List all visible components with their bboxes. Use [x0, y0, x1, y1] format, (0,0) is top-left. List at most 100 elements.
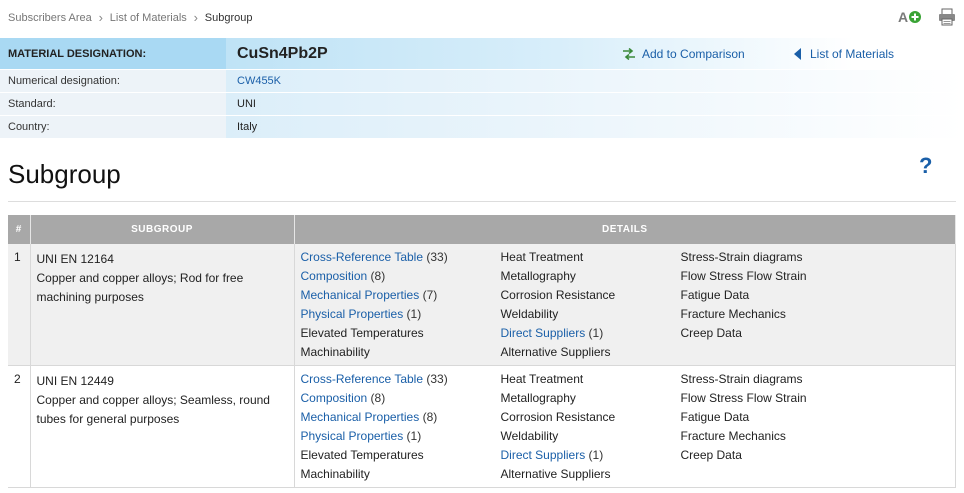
- detail-item-mechanical-properties[interactable]: Mechanical Properties (8): [301, 408, 501, 427]
- composition-link[interactable]: Composition: [301, 269, 368, 283]
- detail-count: (1): [585, 326, 604, 340]
- detail-item-physical-properties[interactable]: Physical Properties (1): [301, 427, 501, 446]
- detail-label: Fatigue Data: [680, 288, 750, 302]
- detail-item-fatigue-data: Fatigue Data: [681, 408, 881, 427]
- row-number: 1: [8, 244, 31, 366]
- subgroup-description: Copper and copper alloys; Seamless, roun…: [36, 393, 270, 426]
- material-name: CuSn4Pb2P: [237, 44, 328, 62]
- table-row: 1 UNI EN 12164 Copper and copper alloys; R…: [8, 244, 956, 366]
- standard-row: Standard: UNI: [0, 93, 964, 116]
- detail-item-flow-stress-flow-strain: Flow Stress Flow Strain: [681, 267, 881, 286]
- detail-label: Elevated Temperatures: [300, 448, 424, 462]
- breadcrumb-list-of-materials[interactable]: List of Materials: [110, 12, 187, 24]
- detail-label: Flow Stress Flow Strain: [680, 269, 807, 283]
- table-row: 2 UNI EN 12449 Copper and copper alloys; S…: [8, 365, 956, 488]
- detail-label: Corrosion Resistance: [500, 288, 616, 302]
- physical-properties-link[interactable]: Physical Properties: [301, 307, 404, 321]
- svg-text:A: A: [898, 9, 908, 25]
- detail-label: Alternative Suppliers: [500, 467, 611, 481]
- detail-item-machinability: Machinability: [301, 343, 501, 362]
- detail-count: (1): [403, 307, 422, 321]
- detail-count: (8): [419, 410, 438, 424]
- physical-properties-link[interactable]: Physical Properties: [301, 429, 404, 443]
- detail-item-creep-data: Creep Data: [681, 446, 881, 465]
- detail-label: Alternative Suppliers: [500, 345, 611, 359]
- detail-label: Weldability: [500, 429, 559, 443]
- detail-item-cross-reference-table[interactable]: Cross-Reference Table (33): [301, 248, 501, 267]
- page-title: Subgroup: [8, 159, 121, 189]
- detail-item-physical-properties[interactable]: Physical Properties (1): [301, 305, 501, 324]
- list-of-materials-link[interactable]: List of Materials: [794, 47, 894, 61]
- cross-reference-table-link[interactable]: Cross-Reference Table: [301, 372, 424, 386]
- detail-count: (7): [419, 288, 438, 302]
- detail-count: (8): [367, 269, 386, 283]
- mechanical-properties-link[interactable]: Mechanical Properties: [301, 410, 420, 424]
- detail-item-metallography: Metallography: [501, 389, 681, 408]
- subgroup-standard: UNI EN 12164: [36, 252, 114, 266]
- standard-label: Standard:: [0, 93, 226, 116]
- chevron-right-icon: ›: [98, 10, 103, 25]
- detail-item-elevated-temperatures: Elevated Temperatures: [301, 324, 501, 343]
- toolbar-icons: A: [898, 8, 956, 26]
- detail-item-composition[interactable]: Composition (8): [301, 267, 501, 286]
- detail-item-corrosion-resistance: Corrosion Resistance: [501, 286, 681, 305]
- header-details: DETAILS: [294, 215, 956, 244]
- detail-label: Machinability: [300, 467, 370, 481]
- subgroup-table: # SUBGROUP DETAILS 1 UNI EN 12164 Copper a…: [8, 215, 956, 488]
- detail-label: Metallography: [500, 391, 576, 405]
- details-column: Stress-Strain diagrams Flow Stress Flow S…: [681, 370, 881, 484]
- detail-count: (1): [585, 448, 604, 462]
- help-icon[interactable]: ?: [919, 153, 932, 179]
- details-column: Cross-Reference Table (33) Composition (8…: [301, 370, 501, 484]
- detail-item-stress-strain-diagrams: Stress-Strain diagrams: [681, 248, 881, 267]
- detail-label: Heat Treatment: [500, 372, 584, 386]
- composition-link[interactable]: Composition: [301, 391, 368, 405]
- detail-item-mechanical-properties[interactable]: Mechanical Properties (7): [301, 286, 501, 305]
- chevron-right-icon: ›: [193, 10, 198, 25]
- mechanical-properties-link[interactable]: Mechanical Properties: [301, 288, 420, 302]
- detail-item-fracture-mechanics: Fracture Mechanics: [681, 305, 881, 324]
- subgroup-cell: UNI EN 12449 Copper and copper alloys; Se…: [30, 365, 295, 488]
- direct-suppliers-link[interactable]: Direct Suppliers: [501, 326, 586, 340]
- numerical-value-link[interactable]: CW455K: [237, 75, 281, 87]
- font-size-icon[interactable]: A: [898, 8, 922, 26]
- subgroup-description: Copper and copper alloys; Rod for free m…: [36, 271, 244, 304]
- detail-item-heat-treatment: Heat Treatment: [501, 248, 681, 267]
- details-cell: Cross-Reference Table (33) Composition (8…: [294, 244, 956, 366]
- printer-icon[interactable]: [938, 8, 956, 26]
- detail-label: Fatigue Data: [680, 410, 750, 424]
- add-to-comparison-button[interactable]: Add to Comparison: [622, 47, 792, 61]
- details-column: Heat Treatment Metallography Corrosion Res…: [501, 248, 681, 362]
- row-number: 2: [8, 365, 31, 488]
- detail-item-direct-suppliers[interactable]: Direct Suppliers (1): [501, 324, 681, 343]
- detail-label: Fracture Mechanics: [680, 429, 786, 443]
- add-to-comparison-label: Add to Comparison: [642, 46, 745, 61]
- detail-item-elevated-temperatures: Elevated Temperatures: [301, 446, 501, 465]
- breadcrumb-subscribers-area[interactable]: Subscribers Area: [8, 12, 92, 24]
- country-row: Country: Italy: [0, 116, 964, 139]
- direct-suppliers-link[interactable]: Direct Suppliers: [501, 448, 586, 462]
- detail-item-composition[interactable]: Composition (8): [301, 389, 501, 408]
- country-label: Country:: [0, 116, 226, 139]
- detail-item-creep-data: Creep Data: [681, 324, 881, 343]
- details-column: Cross-Reference Table (33) Composition (8…: [301, 248, 501, 362]
- detail-count: (33): [423, 372, 448, 386]
- detail-label: Weldability: [500, 307, 559, 321]
- detail-item-weldability: Weldability: [501, 305, 681, 324]
- detail-label: Heat Treatment: [500, 250, 584, 264]
- standard-value: UNI: [237, 98, 256, 110]
- list-of-materials-label: List of Materials: [810, 46, 895, 61]
- compare-arrows-icon: [623, 47, 635, 60]
- detail-label: Fracture Mechanics: [680, 307, 786, 321]
- subgroup-cell: UNI EN 12164 Copper and copper alloys; Ro…: [30, 244, 295, 366]
- subgroup-standard: UNI EN 12449: [36, 374, 114, 388]
- detail-item-alternative-suppliers: Alternative Suppliers: [501, 343, 681, 362]
- detail-item-weldability: Weldability: [501, 427, 681, 446]
- detail-item-corrosion-resistance: Corrosion Resistance: [501, 408, 681, 427]
- designation-row: MATERIAL DESIGNATION: CuSn4Pb2P Add to C…: [0, 38, 964, 70]
- detail-item-cross-reference-table[interactable]: Cross-Reference Table (33): [301, 370, 501, 389]
- detail-count: (33): [423, 250, 448, 264]
- cross-reference-table-link[interactable]: Cross-Reference Table: [301, 250, 424, 264]
- detail-item-direct-suppliers[interactable]: Direct Suppliers (1): [501, 446, 681, 465]
- details-column: Stress-Strain diagrams Flow Stress Flow S…: [681, 248, 881, 362]
